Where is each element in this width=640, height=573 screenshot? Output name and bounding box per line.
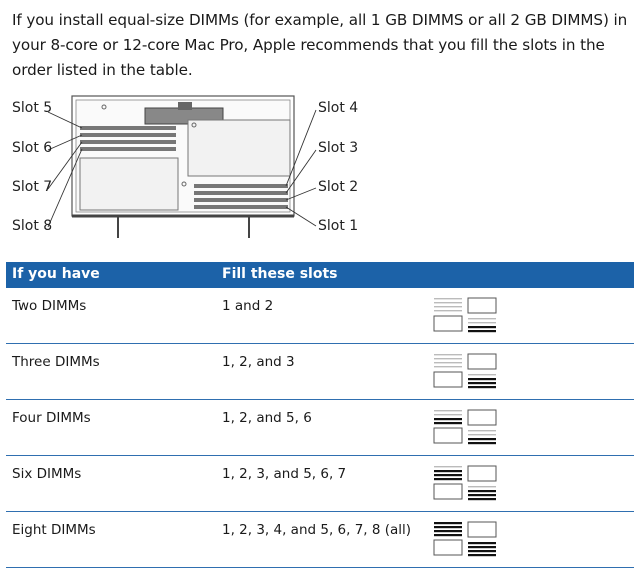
- slot-5-label: Slot 5: [12, 100, 53, 116]
- cpu-heatsink-left: [79, 157, 179, 211]
- dimm-count: Six DIMMs: [12, 466, 82, 482]
- slot-7-label: Slot 7: [12, 179, 53, 195]
- slot-8-label: Slot 8: [12, 218, 53, 234]
- slot-fill-icon: [433, 409, 497, 445]
- slot-6-label: Slot 6: [12, 140, 53, 156]
- slot-fill-icon: [433, 465, 497, 501]
- dimm-count: Four DIMMs: [12, 410, 91, 426]
- dimm-count: Three DIMMs: [12, 354, 100, 370]
- dimm-count: Eight DIMMs: [12, 522, 96, 538]
- slot-fill-icon: [433, 521, 497, 557]
- fill-slots: 1, 2, and 3: [222, 354, 295, 370]
- dimm-fill-table: If you have Fill these slots Two DIMMs 1 …: [6, 262, 634, 568]
- slot-1-label: Slot 1: [318, 218, 359, 234]
- table-row: Six DIMMs 1, 2, 3, and 5, 6, 7: [6, 456, 634, 512]
- cpu-heatsink-right: [187, 119, 291, 177]
- table-row: Four DIMMs 1, 2, and 5, 6: [6, 400, 634, 456]
- table-row: Two DIMMs 1 and 2: [6, 288, 634, 344]
- slot-4-label: Slot 4: [318, 100, 359, 116]
- table-row: Three DIMMs 1, 2, and 3: [6, 344, 634, 400]
- fill-slots: 1 and 2: [222, 298, 274, 314]
- fill-slots: 1, 2, and 5, 6: [222, 410, 312, 426]
- header-if-you-have: If you have: [12, 266, 100, 282]
- dimm-count: Two DIMMs: [12, 298, 87, 314]
- slot-2-label: Slot 2: [318, 179, 359, 195]
- slot-fill-icon: [433, 353, 497, 389]
- table-row: Eight DIMMs 1, 2, 3, 4, and 5, 6, 7, 8 (a…: [6, 512, 634, 568]
- slot-3-label: Slot 3: [318, 140, 359, 156]
- table-header: If you have Fill these slots: [6, 262, 634, 288]
- fill-slots: 1, 2, 3, and 5, 6, 7: [222, 466, 347, 482]
- fill-slots: 1, 2, 3, 4, and 5, 6, 7, 8 (all): [222, 522, 412, 538]
- header-fill-these-slots: Fill these slots: [222, 266, 338, 282]
- slot-fill-icon: [433, 297, 497, 333]
